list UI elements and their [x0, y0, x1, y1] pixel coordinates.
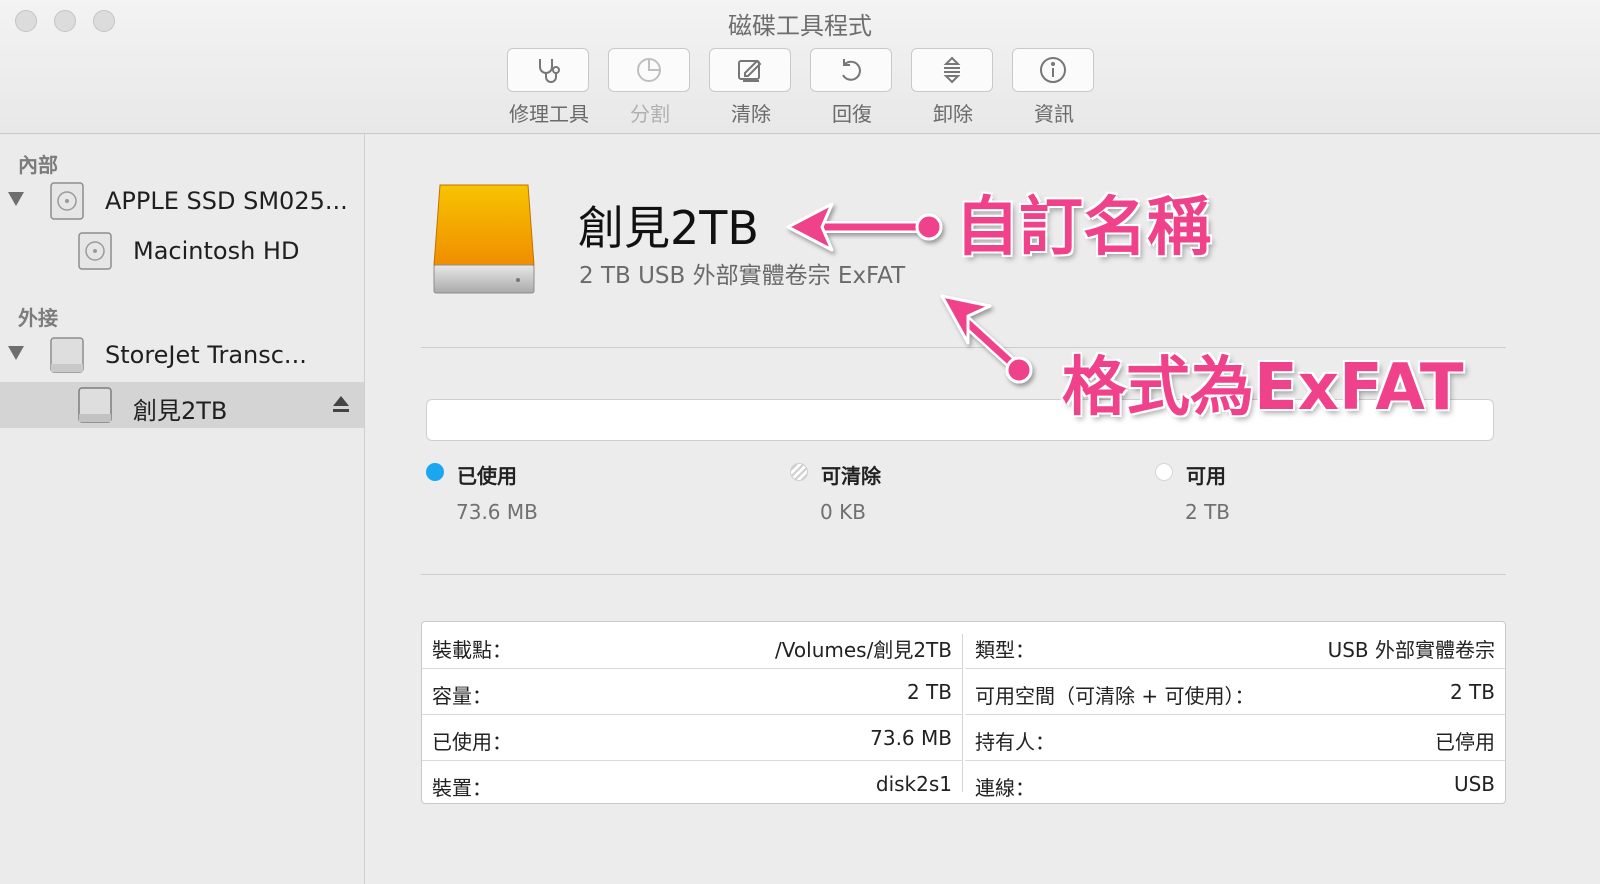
annotation-arrows [786, 202, 1033, 384]
annotation-custom-name: 自訂名稱 [955, 191, 1211, 265]
arrow-tail-dot [915, 213, 943, 241]
arrow-tail-dot [1005, 356, 1033, 384]
annotation-format-exfat: 格式為ExFAT [1062, 351, 1464, 425]
